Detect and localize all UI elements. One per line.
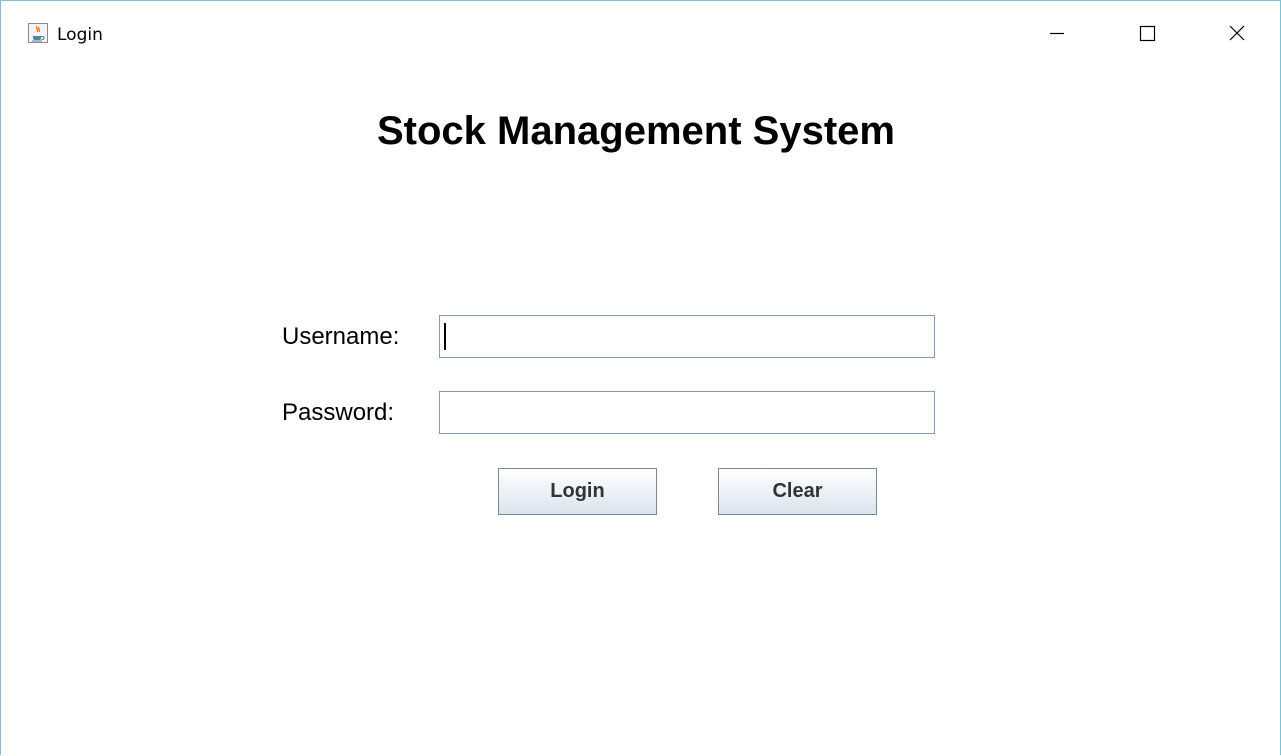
page-title: Stock Management System xyxy=(377,109,895,153)
password-field[interactable] xyxy=(439,391,935,434)
close-button[interactable] xyxy=(1214,1,1260,65)
maximize-button[interactable] xyxy=(1124,1,1170,65)
username-label: Username: xyxy=(282,323,400,350)
minimize-button[interactable] xyxy=(1034,1,1080,65)
java-cup-icon xyxy=(28,23,48,43)
maximize-icon xyxy=(1139,25,1156,42)
password-label: Password: xyxy=(282,399,395,426)
login-panel: Stock Management System Username: Passwo… xyxy=(1,65,1280,756)
window-title: Login xyxy=(57,25,103,45)
login-window: Login Stock Management System Username: … xyxy=(0,0,1281,755)
clear-button[interactable]: Clear xyxy=(718,468,877,515)
title-bar[interactable]: Login xyxy=(1,1,1280,65)
login-button[interactable]: Login xyxy=(498,468,657,515)
username-field[interactable] xyxy=(439,315,935,358)
minimize-icon xyxy=(1050,32,1064,35)
close-icon xyxy=(1229,25,1245,41)
text-caret xyxy=(444,323,446,350)
